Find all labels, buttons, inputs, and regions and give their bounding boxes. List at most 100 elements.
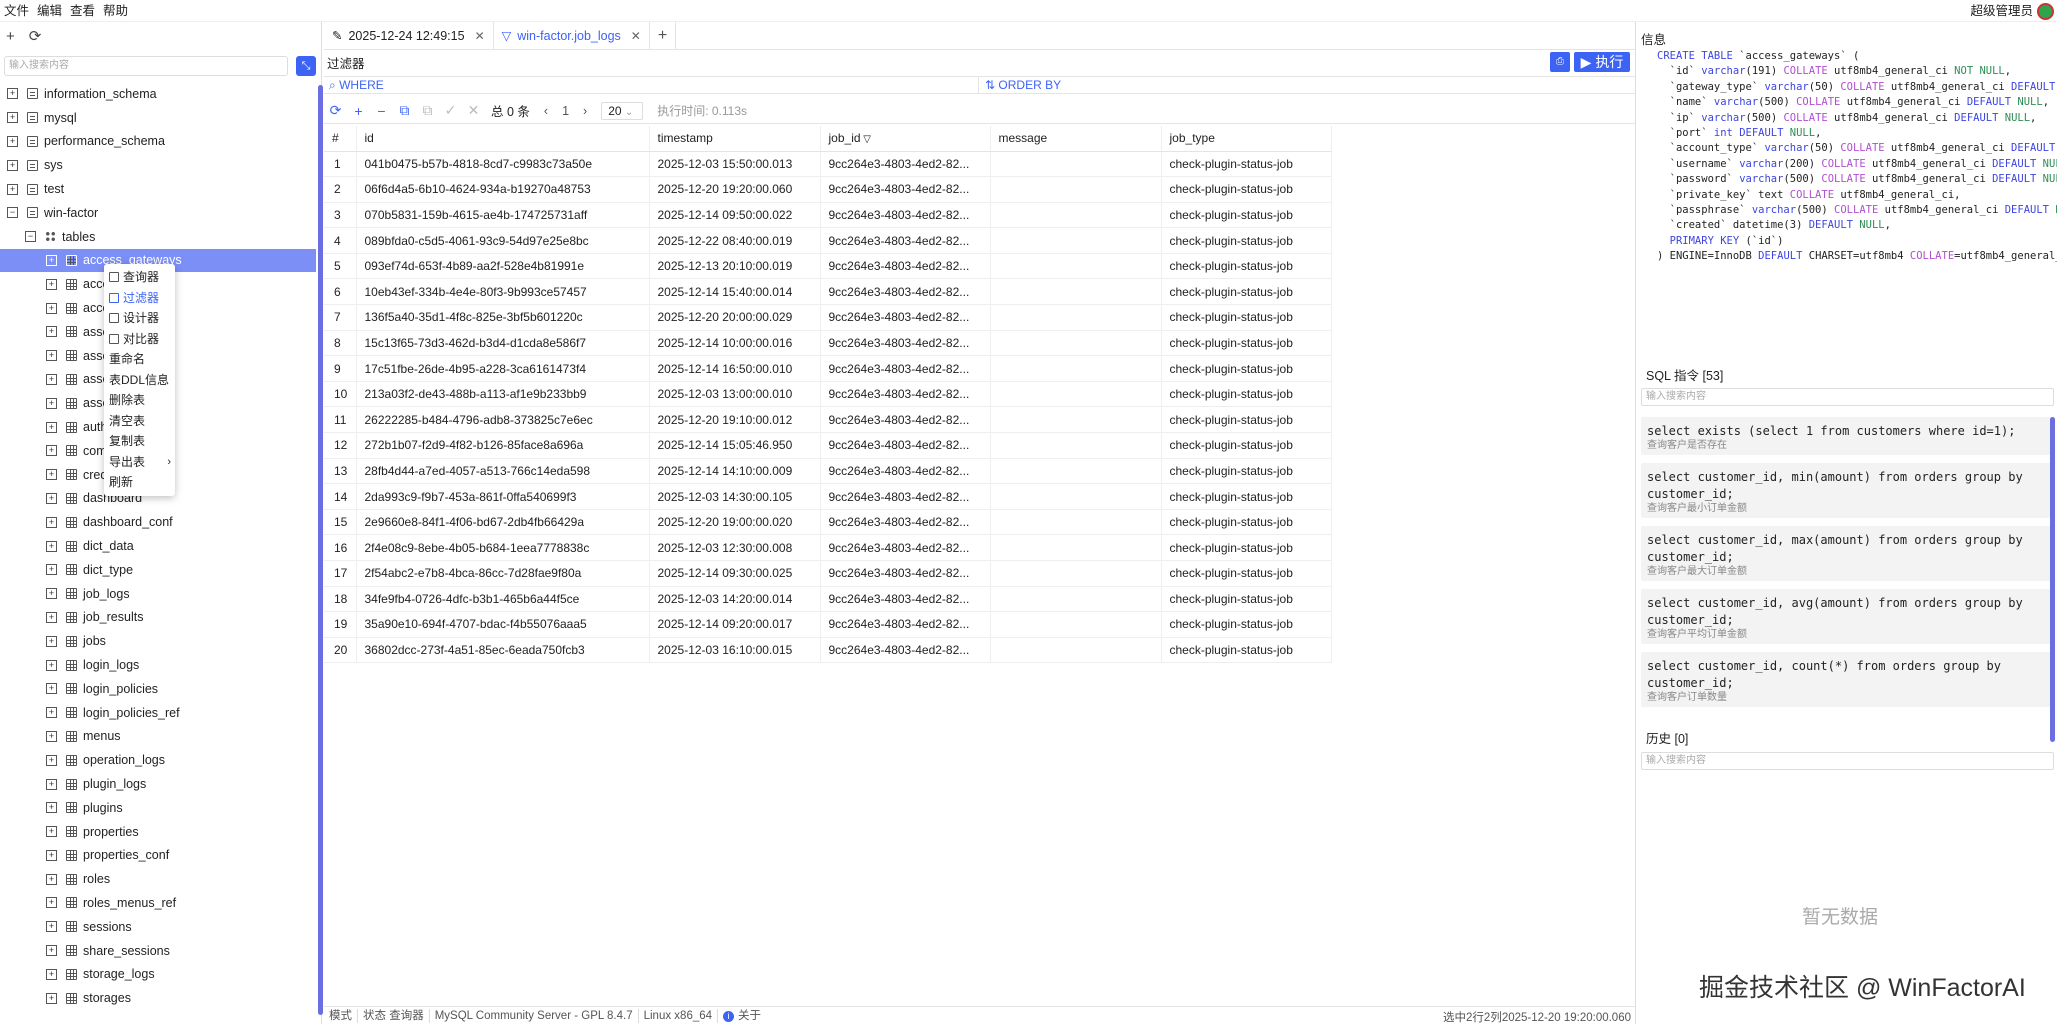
tree-db[interactable]: + performance_schema: [0, 130, 316, 154]
table-cell[interactable]: 9cc264e3-4803-4ed2-82...: [820, 534, 991, 561]
sql-scrollbar[interactable]: [2050, 417, 2055, 742]
column-header[interactable]: job_type: [1161, 126, 1332, 152]
refresh-icon[interactable]: ⟳: [324, 102, 347, 119]
table-cell[interactable]: 2f4e08c9-8ebe-4b05-b684-1eea7778838c: [356, 534, 650, 561]
table-row[interactable]: 19 35a90e10-694f-4707-bdac-f4b55076aaa5 20…: [324, 611, 1332, 638]
table-cell[interactable]: 8: [324, 330, 357, 357]
expand-icon[interactable]: +: [46, 588, 57, 600]
table-cell[interactable]: 2025-12-14 15:40:00.014: [649, 278, 821, 306]
table-cell[interactable]: 34fe9fb4-0726-4dfc-b3b1-465b6a44f5ce: [356, 586, 650, 613]
table-cell[interactable]: 06f6d4a5-6b10-4624-934a-b19270a48753: [356, 176, 650, 203]
expand-icon[interactable]: +: [46, 350, 57, 362]
table-cell[interactable]: 6: [324, 278, 357, 306]
table-cell[interactable]: [990, 611, 1162, 638]
table-cell[interactable]: check-plugin-status-job: [1161, 278, 1332, 306]
table-cell[interactable]: 2025-12-20 19:20:00.060: [649, 176, 821, 203]
table-cell[interactable]: 9cc264e3-4803-4ed2-82...: [820, 509, 991, 536]
context-menu-item[interactable]: 刷新: [104, 472, 175, 493]
expand-icon[interactable]: +: [46, 873, 57, 885]
table-cell[interactable]: 14: [324, 483, 357, 510]
table-cell[interactable]: 2025-12-03 14:30:00.105: [649, 483, 821, 510]
tree-db[interactable]: + sys: [0, 153, 316, 177]
context-menu-item[interactable]: 设计器: [104, 308, 175, 329]
table-cell[interactable]: 9cc264e3-4803-4ed2-82...: [820, 278, 991, 306]
table-cell[interactable]: check-plugin-status-job: [1161, 406, 1332, 434]
table-cell[interactable]: 28fb4d44-a7ed-4057-a513-766c14eda598: [356, 458, 650, 485]
table-row[interactable]: 11 26222285-b484-4796-adb8-373825c7e6ec 20…: [324, 406, 1332, 434]
tree-table[interactable]: + storages: [0, 986, 316, 1010]
tree-table[interactable]: + dict_data: [0, 534, 316, 558]
table-cell[interactable]: 10: [324, 381, 357, 408]
expand-icon[interactable]: +: [46, 849, 57, 861]
tree-table[interactable]: + roles_menus_ref: [0, 891, 316, 915]
table-cell[interactable]: [990, 176, 1162, 203]
tree-table[interactable]: + login_policies: [0, 677, 316, 701]
table-cell[interactable]: 2025-12-03 16:10:00.015: [649, 637, 821, 664]
table-cell[interactable]: 9cc264e3-4803-4ed2-82...: [820, 637, 991, 664]
table-row[interactable]: 13 28fb4d44-a7ed-4057-a513-766c14eda598 20…: [324, 458, 1332, 485]
expand-icon[interactable]: +: [46, 802, 57, 814]
sidebar-scrollbar[interactable]: [318, 85, 323, 1015]
table-cell[interactable]: 2025-12-14 10:00:00.016: [649, 330, 821, 357]
tree-table[interactable]: + dict_type: [0, 558, 316, 582]
column-header[interactable]: job_id ▽: [820, 126, 991, 152]
table-cell[interactable]: [990, 355, 1162, 382]
tree-db[interactable]: + test: [0, 177, 316, 201]
table-cell[interactable]: 2025-12-13 20:10:00.019: [649, 253, 821, 280]
expand-icon[interactable]: +: [46, 992, 57, 1004]
where-input[interactable]: ⌕ WHERE: [329, 78, 384, 93]
table-row[interactable]: 14 2da993c9-f9b7-453a-861f-0ffa540699f3 20…: [324, 483, 1332, 510]
table-cell[interactable]: 2da993c9-f9b7-453a-861f-0ffa540699f3: [356, 483, 650, 510]
table-cell[interactable]: 9cc264e3-4803-4ed2-82...: [820, 458, 991, 485]
table-cell[interactable]: 093ef74d-653f-4b89-aa2f-528e4b81991e: [356, 253, 650, 280]
table-cell[interactable]: 2025-12-22 08:40:00.019: [649, 227, 821, 254]
context-menu-item[interactable]: 过滤器: [104, 288, 175, 309]
expand-icon[interactable]: +: [46, 302, 57, 314]
table-cell[interactable]: [990, 509, 1162, 536]
sql-search-input[interactable]: 输入搜索内容: [1641, 388, 2054, 406]
user-name[interactable]: 超级管理员: [1970, 0, 2033, 22]
table-cell[interactable]: 9cc264e3-4803-4ed2-82...: [820, 586, 991, 613]
table-cell[interactable]: 2025-12-14 09:50:00.022: [649, 202, 821, 229]
table-cell[interactable]: [990, 151, 1162, 178]
table-cell[interactable]: 9cc264e3-4803-4ed2-82...: [820, 432, 991, 459]
expand-icon[interactable]: +: [46, 469, 57, 481]
menu-help[interactable]: 帮助: [99, 0, 132, 22]
table-cell[interactable]: 136f5a40-35d1-4f8c-825e-3bf5b601220c: [356, 304, 650, 331]
table-cell[interactable]: check-plugin-status-job: [1161, 176, 1332, 203]
table-cell[interactable]: 2f54abc2-e7b8-4bca-86cc-7d28fae9f80a: [356, 560, 650, 587]
table-cell[interactable]: 26222285-b484-4796-adb8-373825c7e6ec: [356, 406, 650, 434]
expand-icon[interactable]: +: [46, 683, 57, 695]
table-cell[interactable]: check-plugin-status-job: [1161, 330, 1332, 357]
table-row[interactable]: 18 34fe9fb4-0726-4dfc-b3b1-465b6a44f5ce 20…: [324, 586, 1332, 613]
table-cell[interactable]: 16: [324, 534, 357, 561]
table-row[interactable]: 7 136f5a40-35d1-4f8c-825e-3bf5b601220c 202…: [324, 304, 1332, 331]
table-cell[interactable]: 9cc264e3-4803-4ed2-82...: [820, 560, 991, 587]
table-cell[interactable]: check-plugin-status-job: [1161, 458, 1332, 485]
table-cell[interactable]: 18: [324, 586, 357, 613]
table-row[interactable]: 5 093ef74d-653f-4b89-aa2f-528e4b81991e 202…: [324, 253, 1332, 280]
table-cell[interactable]: 4: [324, 227, 357, 254]
table-row[interactable]: 10 213a03f2-de43-488b-a113-af1e9b233bb9 20…: [324, 381, 1332, 408]
context-menu-item[interactable]: 重命名: [104, 349, 175, 370]
table-cell[interactable]: [990, 458, 1162, 485]
table-row[interactable]: 9 17c51fbe-26de-4b95-a228-3ca6161473f4 202…: [324, 355, 1332, 382]
remove-row-icon[interactable]: −: [370, 103, 393, 119]
add-icon[interactable]: +: [6, 28, 15, 45]
tree-db[interactable]: + mysql: [0, 106, 316, 130]
table-cell[interactable]: 272b1b07-f2d9-4f82-b126-85face8a696a: [356, 432, 650, 459]
context-menu-item[interactable]: 表DDL信息: [104, 370, 175, 391]
table-cell[interactable]: 15c13f65-73d3-462d-b3d4-d1cda8e586f7: [356, 330, 650, 357]
tree-table[interactable]: + job_results: [0, 606, 316, 630]
table-cell[interactable]: [990, 304, 1162, 331]
table-cell[interactable]: 1: [324, 151, 357, 178]
sql-snippet[interactable]: select customer_id, avg(amount) from ord…: [1641, 589, 2051, 644]
table-cell[interactable]: [990, 560, 1162, 587]
table-cell[interactable]: 17: [324, 560, 357, 587]
table-cell[interactable]: check-plugin-status-job: [1161, 637, 1332, 664]
table-cell[interactable]: 9cc264e3-4803-4ed2-82...: [820, 381, 991, 408]
table-cell[interactable]: check-plugin-status-job: [1161, 202, 1332, 229]
table-cell[interactable]: check-plugin-status-job: [1161, 560, 1332, 587]
collapse-all-button[interactable]: ⤡: [296, 56, 316, 76]
table-cell[interactable]: 2025-12-03 15:50:00.013: [649, 151, 821, 178]
